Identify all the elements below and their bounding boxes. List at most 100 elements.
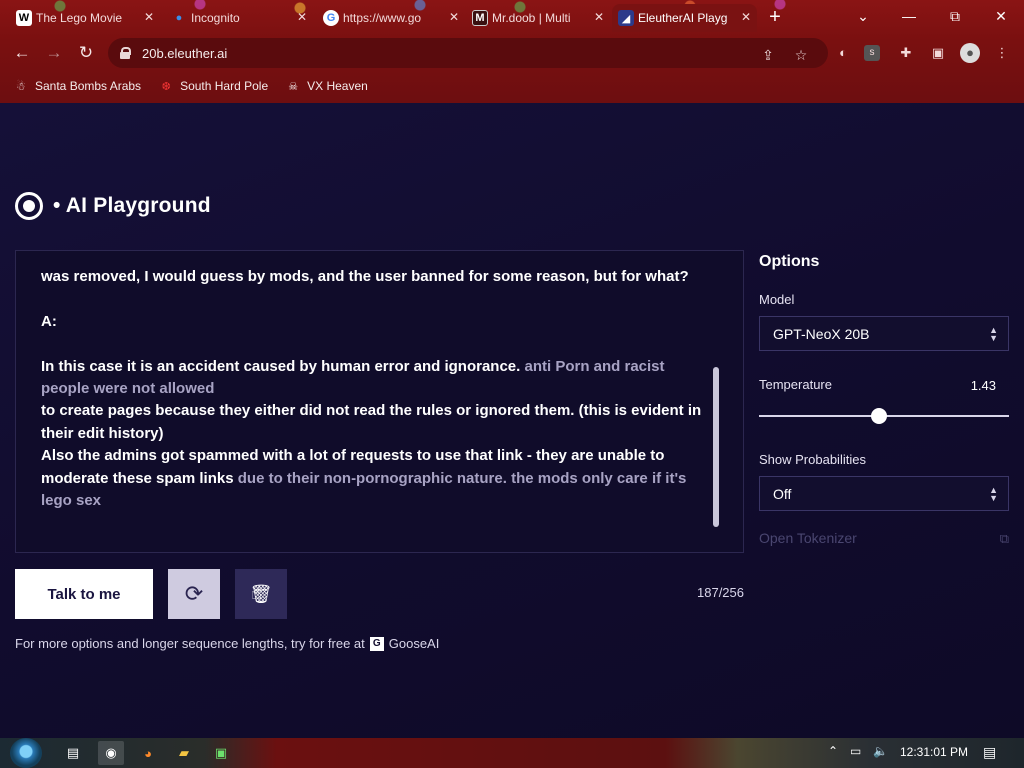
footer-note: For more options and longer sequence len… (15, 636, 439, 651)
tab-lego-movie[interactable]: W The Lego Movie ✕ (10, 4, 160, 32)
tab-incognito[interactable]: ● Incognito ✕ (165, 4, 313, 32)
close-tab-icon[interactable]: ✕ (447, 10, 461, 24)
browser-toolbar: ← → ↻ 20b.eleuther.ai ⇪ ☆ ◐ s ✚ ▣ ● ⋮ (0, 36, 1024, 70)
bookmark-item[interactable]: ☠ VX Heaven (286, 79, 368, 93)
probabilities-select[interactable]: Off ▲ ▼ (759, 476, 1009, 511)
probabilities-value: Off (773, 485, 792, 502)
prompt-editor[interactable]: was removed, I would guess by mods, and … (15, 250, 744, 553)
model-select[interactable]: GPT-NeoX 20B ▲ ▼ (759, 316, 1009, 351)
forward-button[interactable]: → (41, 40, 67, 66)
chevron-updown-icon: ▲ ▼ (989, 485, 998, 503)
close-tab-icon[interactable]: ✕ (295, 10, 309, 24)
options-heading: Options (759, 253, 820, 270)
bookmark-star-icon[interactable]: ☆ (791, 45, 811, 65)
snowflake-icon: ❆ (161, 80, 171, 93)
file-explorer-icon[interactable]: ▰ (171, 741, 197, 765)
extension-s-icon[interactable]: s (864, 45, 880, 61)
tray-overflow-icon[interactable]: ⌃ (828, 744, 838, 758)
model-label: Model (759, 292, 795, 307)
talk-to-me-button[interactable]: Talk to me (15, 569, 153, 619)
text-paragraph: Also the admins got spammed with a lot o… (41, 445, 706, 512)
tab-google[interactable]: G https://www.go ✕ (317, 4, 465, 32)
tab-label: Incognito (191, 11, 240, 25)
open-tokenizer-link[interactable]: Open Tokenizer ⧉ (759, 530, 1009, 546)
app-icon[interactable]: ▣ (208, 741, 234, 765)
extension-flag-icon[interactable]: ◐ (833, 43, 853, 63)
editor-scrollbar[interactable] (713, 367, 719, 527)
system-clock[interactable]: 12:31:01 PM (900, 745, 968, 759)
bookmark-item[interactable]: ☃ Santa Bombs Arabs (14, 79, 141, 93)
firefox-icon[interactable]: ◕ (135, 741, 161, 765)
page-title: • AI Playground (53, 194, 211, 217)
text-paragraph: was removed, I would guess by mods, and … (41, 266, 706, 288)
tokenizer-label: Open Tokenizer (759, 530, 857, 546)
restore-button[interactable]: ⧉ (932, 4, 978, 28)
bookmark-label: VX Heaven (307, 79, 368, 93)
network-icon[interactable]: ▭ (850, 744, 861, 758)
playground-page: • AI Playground was removed, I would gue… (0, 103, 1024, 738)
tab-mrdoob[interactable]: M Mr.doob | Multi ✕ (466, 4, 610, 32)
close-window-button[interactable]: ✕ (978, 4, 1024, 28)
regenerate-button[interactable]: ⟳ (168, 569, 220, 619)
tab-strip: W The Lego Movie ✕ ● Incognito ✕ G https… (0, 0, 1024, 34)
mouse-cursor-icon: ☝ (251, 583, 262, 603)
tab-label: EleutherAI Playg (638, 11, 728, 25)
new-tab-button[interactable]: + (763, 6, 787, 30)
token-count: 187/256 (697, 585, 744, 600)
task-view-icon[interactable]: ▤ (60, 741, 86, 765)
side-panel-icon[interactable]: ▣ (928, 43, 948, 63)
wikipedia-icon: W (16, 10, 32, 26)
chevron-updown-icon: ▲ ▼ (989, 325, 998, 343)
minimize-button[interactable]: — (886, 4, 932, 28)
prompt-text: In this case it is an accident caused by… (41, 357, 521, 375)
browser-chrome: W The Lego Movie ✕ ● Incognito ✕ G https… (0, 0, 1024, 103)
editor-text[interactable]: was removed, I would guess by mods, and … (41, 266, 706, 512)
prompt-text: was removed, I would guess by mods, and … (41, 268, 689, 285)
gooseai-link[interactable]: GooseAI (389, 636, 440, 651)
back-button[interactable]: ← (9, 40, 35, 66)
incognito-icon: ● (175, 12, 183, 24)
start-button[interactable] (10, 738, 42, 768)
skull-icon: ☠ (288, 80, 299, 93)
close-tab-icon[interactable]: ✕ (142, 10, 156, 24)
temperature-value: 1.43 (970, 378, 996, 393)
close-tab-icon[interactable]: ✕ (739, 10, 753, 24)
share-icon[interactable]: ⇪ (758, 45, 778, 65)
temperature-label: Temperature (759, 377, 832, 392)
menu-kebab-icon[interactable]: ⋮ (992, 43, 1012, 63)
tab-eleutherai[interactable]: ◢ EleutherAI Playg ✕ (612, 4, 757, 32)
close-tab-icon[interactable]: ✕ (592, 10, 606, 24)
probabilities-label: Show Probabilities (759, 452, 866, 467)
footer-text: For more options and longer sequence len… (15, 636, 365, 651)
text-paragraph: to create pages because they either did … (41, 400, 706, 445)
eleutherai-logo-icon (15, 192, 43, 220)
santa-icon: ☃ (16, 80, 26, 93)
profile-avatar-icon[interactable]: ● (960, 43, 980, 63)
text-paragraph: A: (41, 311, 706, 333)
windows-taskbar: ▤ ◉ ◕ ▰ ▣ ⌃ ▭ 🔈 12:31:01 PM ▤ (0, 738, 1024, 768)
reload-button[interactable]: ↻ (73, 40, 99, 66)
bookmark-label: South Hard Pole (180, 79, 269, 93)
address-bar[interactable]: 20b.eleuther.ai ⇪ ☆ (108, 38, 828, 68)
notifications-icon[interactable]: ▤ (983, 744, 996, 761)
external-link-icon: ⧉ (999, 531, 1009, 546)
bookmark-item[interactable]: ❆ South Hard Pole (159, 79, 268, 93)
tab-search-button[interactable]: ⌄ (840, 4, 886, 28)
refresh-icon: ⟳ (184, 581, 204, 606)
gooseai-logo-icon[interactable]: G (369, 636, 384, 651)
eleutherai-icon: ◢ (618, 10, 634, 26)
extensions-puzzle-icon[interactable]: ✚ (896, 43, 916, 63)
mrdoob-icon: M (472, 10, 488, 26)
tab-label: https://www.go (343, 11, 422, 25)
temperature-slider-thumb[interactable] (871, 408, 887, 424)
url-text[interactable]: 20b.eleuther.ai (142, 46, 227, 61)
bookmarks-bar: ☃ Santa Bombs Arabs ❆ South Hard Pole ☠ … (0, 72, 1024, 100)
chrome-icon[interactable]: ◉ (98, 741, 124, 765)
prompt-text: A: (41, 312, 57, 330)
brand-header: • AI Playground (15, 192, 211, 220)
model-value: GPT-NeoX 20B (773, 325, 870, 342)
tab-label: The Lego Movie (36, 11, 123, 25)
google-icon: G (323, 10, 339, 26)
lock-icon[interactable] (120, 47, 131, 59)
volume-icon[interactable]: 🔈 (873, 744, 888, 758)
